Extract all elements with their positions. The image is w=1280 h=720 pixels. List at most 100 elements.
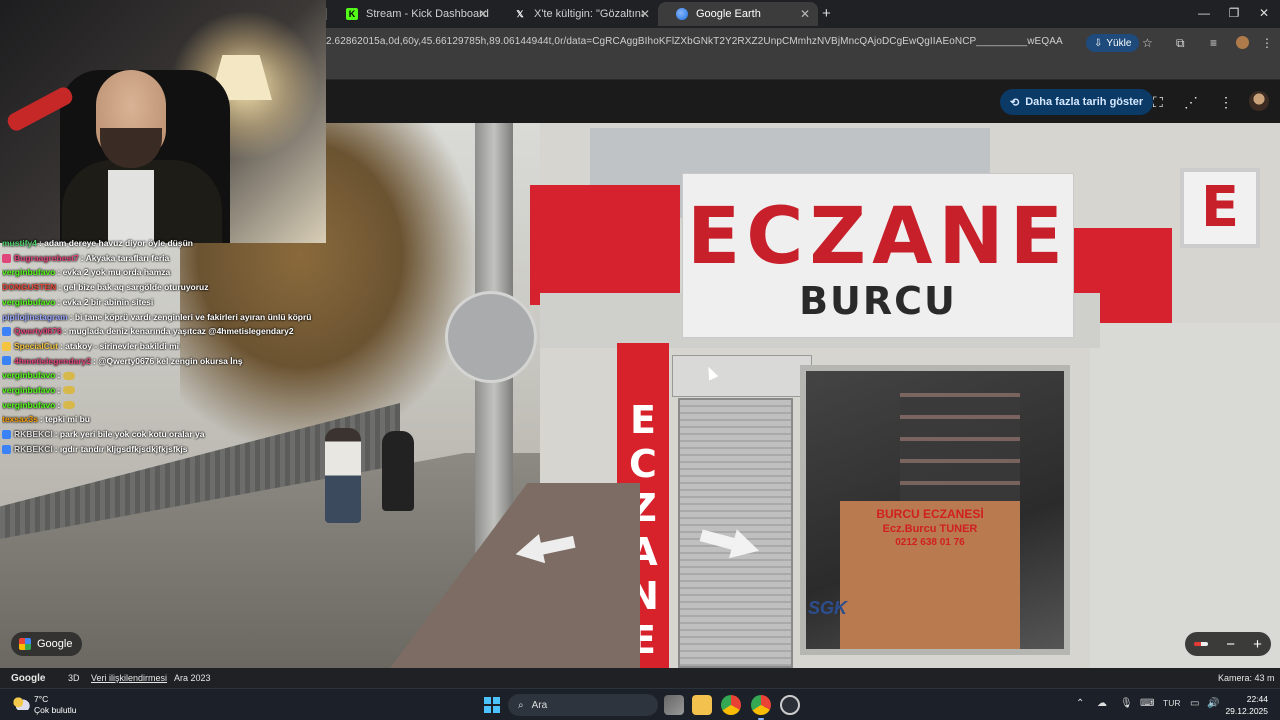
emote-icon	[63, 386, 76, 395]
restore-icon[interactable]: ❐	[1226, 6, 1242, 20]
avatar[interactable]	[1249, 91, 1269, 111]
compass-icon[interactable]	[1194, 642, 1209, 646]
chat-text: : @Qwerty0676 kel zengin okursa İnş	[93, 355, 243, 366]
clock-date[interactable]: 29.12.2025	[1222, 706, 1268, 716]
tab-google-earth[interactable]: Google Earth ✕	[658, 2, 818, 26]
chat-text: : adam dereye havuz diyor öyle düşün	[38, 238, 193, 248]
keyboard-icon[interactable]: ⌨	[1140, 698, 1154, 709]
chat-username[interactable]: SpecialCut	[14, 339, 58, 354]
chevron-up-icon[interactable]: ⌃	[1076, 698, 1084, 709]
bookmark-star-icon[interactable]: ☆	[1142, 36, 1153, 50]
task-view-icon[interactable]	[664, 695, 684, 715]
close-icon[interactable]: ✕	[800, 7, 810, 21]
menu-dots-icon[interactable]: ⋮	[1219, 94, 1233, 111]
chat-username[interactable]: RKBEKCI	[14, 427, 53, 442]
chat-username[interactable]: mustify4	[2, 236, 37, 251]
clock-time[interactable]: 22:44	[1236, 694, 1268, 704]
start-button[interactable]	[484, 697, 500, 713]
start-tile	[493, 697, 500, 704]
onedrive-icon[interactable]: ☁	[1097, 698, 1107, 709]
show-more-history-button[interactable]: ⟲ Daha fazla tarih göster	[1000, 89, 1154, 115]
search-icon: ⌕	[518, 699, 524, 711]
chat-text: : tepki mi bu	[39, 414, 90, 425]
google-earth-icon	[676, 8, 688, 20]
chat-username[interactable]: verginbufavo	[2, 295, 55, 310]
chat-username[interactable]: verginbufavo	[2, 368, 55, 383]
weather-description[interactable]: Çok bulutlu	[34, 705, 77, 715]
chat-badge-icon	[2, 341, 11, 351]
chat-username[interactable]: verginbufavo	[2, 398, 55, 413]
chat-text: :	[57, 370, 61, 381]
install-app-button[interactable]: ⇩ Yükle	[1086, 34, 1140, 52]
history-icon: ⟲	[1010, 96, 1020, 109]
chat-message: 4hmetislegendary2: @Qwerty0676 kel zengi…	[2, 354, 322, 369]
chat-message: verginbufavo: evka 2 bir abinin sitesi	[2, 295, 322, 310]
data-attribution-link[interactable]: Veri ilişkilendirmesi	[91, 673, 167, 683]
zoom-out-button[interactable]: −	[1226, 636, 1235, 653]
chat-badge-icon	[2, 356, 11, 366]
chat-message: pipilojinstagram: bi tane köprü vardı ze…	[2, 310, 322, 325]
microphone-tray-icon[interactable]: 🎙	[1120, 698, 1133, 709]
close-icon[interactable]: ✕	[478, 7, 488, 21]
start-tile	[493, 706, 500, 713]
language-indicator[interactable]: TUR	[1163, 698, 1180, 708]
red-sign-band	[530, 185, 680, 305]
share-icon[interactable]: ⋰	[1184, 94, 1198, 111]
chat-username[interactable]: verginbufavo	[2, 383, 55, 398]
close-icon[interactable]: ✕	[640, 7, 650, 21]
zoom-in-button[interactable]: +	[1253, 636, 1262, 653]
chat-username[interactable]: 4hmetislegendary2	[14, 354, 91, 369]
kick-icon: K	[346, 8, 358, 20]
chrome-icon[interactable]	[751, 695, 771, 715]
more-options-icon[interactable]: ⋮	[1261, 36, 1273, 50]
network-icon[interactable]: ▭	[1190, 698, 1199, 709]
chat-text: : ıgdır tandır kljgsdfkjsdkjfkjsfkjs	[54, 443, 188, 454]
weather-cloud-icon[interactable]	[12, 696, 30, 710]
new-tab-button[interactable]: +	[822, 5, 831, 22]
chat-username[interactable]: RKBEKCI	[14, 442, 53, 457]
google-attribution-chip[interactable]: Google	[11, 632, 83, 656]
tab-label: Stream - Kick Dashboard	[366, 8, 489, 20]
extensions-icon[interactable]: ⧉	[1176, 36, 1185, 51]
file-explorer-icon[interactable]	[692, 695, 712, 715]
taskbar-search[interactable]: ⌕ Ara	[508, 694, 658, 716]
sign-sub-text: BURCU	[799, 279, 957, 323]
poster-title: BURCU ECZANESİ	[876, 507, 984, 521]
chat-text: : muglada deniz kenarında yaşıtcaz @4hme…	[63, 326, 294, 337]
tab-kick-dashboard[interactable]: K Stream - Kick Dashboard ✕	[328, 2, 496, 26]
chat-username[interactable]: pipilojinstagram	[2, 310, 68, 325]
google-brand: Google	[11, 673, 46, 684]
window-poster: BURCU ECZANESİ Ecz.Burcu TUNER 0212 638 …	[840, 501, 1020, 649]
view-mode-toggle[interactable]: 3D	[68, 673, 80, 683]
chat-username[interactable]: DONGUSTEN	[2, 280, 56, 295]
screenshot-icon[interactable]: ⛶	[1153, 94, 1163, 111]
chat-text: :	[57, 399, 61, 410]
minimize-icon[interactable]: —	[1196, 6, 1212, 20]
pharmacy-sign: ECZANE BURCU	[682, 173, 1074, 338]
profile-icon[interactable]	[1236, 36, 1249, 49]
chat-username[interactable]: Bugraagrebest7	[14, 251, 79, 266]
chat-message: Bugraagrebest7: Akyaka tarafları feria	[2, 251, 322, 266]
windows-taskbar: 7°C Çok bulutlu ⌕ Ara ⌃ ☁ 🎙 ⌨ TUR ▭ 🔊 22…	[0, 688, 1280, 720]
chrome-icon[interactable]	[721, 695, 741, 715]
weather-temperature[interactable]: 7°C	[34, 694, 48, 704]
pedestrian	[382, 431, 414, 511]
reading-list-icon[interactable]: ≡	[1210, 36, 1217, 50]
emote-icon	[63, 371, 76, 380]
chat-username[interactable]: Qwerty0676	[14, 324, 62, 339]
url-field[interactable]: 2.62862015a,0d,60y,45.66129785h,89.06144…	[326, 36, 1063, 47]
chat-message: verginbufavo:	[2, 398, 322, 413]
window-close-icon[interactable]: ✕	[1256, 6, 1272, 20]
chat-message: RKBEKCI: park yeri bile yok cok kotu ora…	[2, 427, 322, 442]
chat-username[interactable]: texsax3s	[2, 412, 38, 427]
volume-icon[interactable]: 🔊	[1207, 698, 1219, 709]
chat-username[interactable]: verginbufavo	[2, 265, 55, 280]
google-chip-label: Google	[37, 638, 73, 650]
chat-text: : evka 2 yok mu orda hamza	[57, 267, 171, 278]
tab-separator	[326, 8, 327, 20]
install-icon: ⇩	[1094, 37, 1103, 49]
tab-x-post[interactable]: 𝕏 X'te kültigin: "Gözaltına alınan ✕	[496, 2, 658, 26]
chat-message: DONGUSTEN: gel bize bak aq sargölde otur…	[2, 280, 322, 295]
app-icon[interactable]	[780, 695, 800, 715]
chat-text: : evka 2 bir abinin sitesi	[57, 296, 154, 307]
